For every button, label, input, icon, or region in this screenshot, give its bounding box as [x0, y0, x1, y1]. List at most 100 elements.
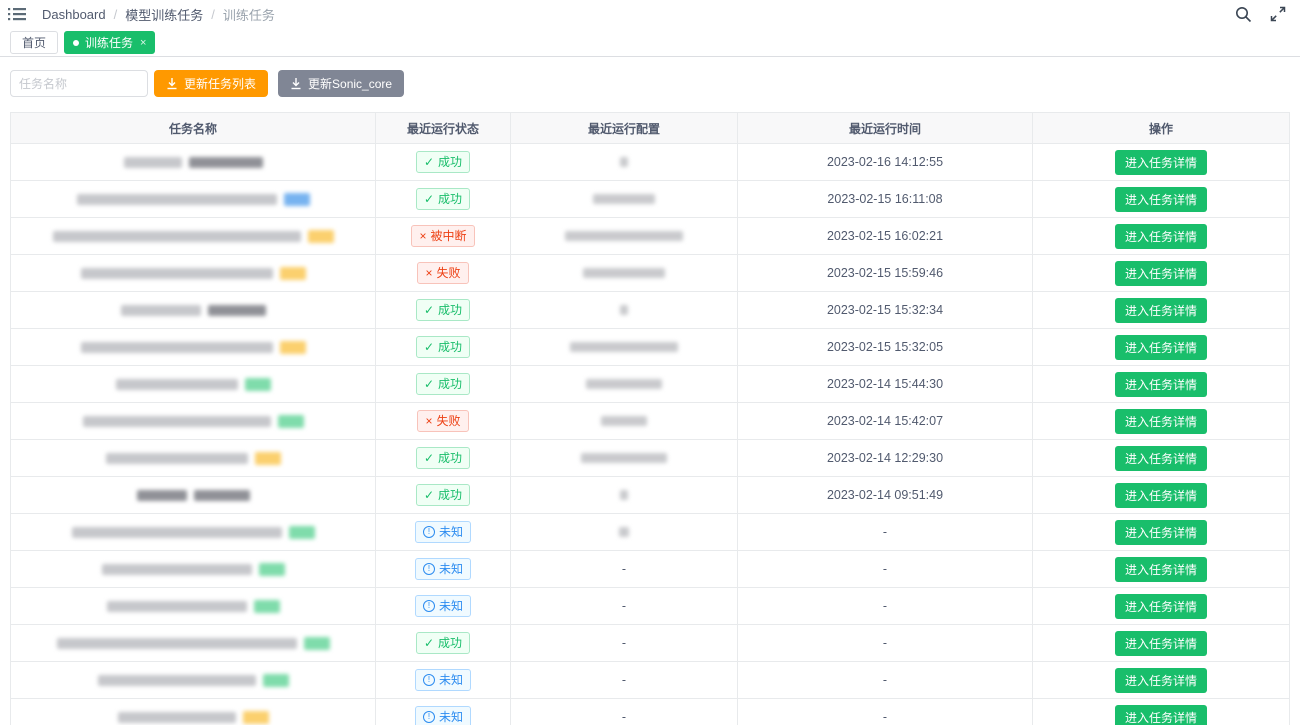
run-time-cell: - [738, 514, 1033, 550]
action-cell: 进入任务详情 [1033, 181, 1289, 217]
run-time-value: 2023-02-15 15:32:34 [827, 303, 943, 317]
redacted-task-name [208, 305, 266, 316]
run-config-cell [511, 366, 738, 402]
task-detail-button[interactable]: 进入任务详情 [1115, 705, 1207, 725]
task-name-cell [11, 218, 376, 254]
redacted-task-name [116, 379, 238, 390]
run-status-cell: ✓成功 [376, 440, 511, 476]
run-time-cell: - [738, 662, 1033, 698]
redacted-config [581, 453, 667, 463]
task-tag [284, 193, 310, 206]
task-name-input[interactable] [10, 70, 148, 97]
check-icon: ✓ [424, 304, 434, 316]
config-empty-value: - [622, 710, 626, 724]
task-detail-button[interactable]: 进入任务详情 [1115, 372, 1207, 397]
check-icon: ✓ [424, 341, 434, 353]
info-circle-icon: ! [423, 711, 435, 723]
run-time-cell: 2023-02-14 12:29:30 [738, 440, 1033, 476]
table-row: ✓成功--进入任务详情 [11, 624, 1289, 661]
task-detail-button[interactable]: 进入任务详情 [1115, 224, 1207, 249]
task-tag [263, 674, 289, 687]
search-icon[interactable] [1235, 6, 1252, 23]
task-tag [243, 711, 269, 724]
task-detail-button[interactable]: 进入任务详情 [1115, 335, 1207, 360]
run-time-cell: 2023-02-15 16:11:08 [738, 181, 1033, 217]
status-label: 成功 [438, 191, 462, 207]
status-label: 成功 [438, 302, 462, 318]
column-header-run-config: 最近运行配置 [511, 113, 738, 143]
breadcrumb-item-model-training[interactable]: 模型训练任务 [125, 5, 203, 24]
redacted-config [620, 490, 628, 500]
action-cell: 进入任务详情 [1033, 292, 1289, 328]
update-sonic-core-label: 更新Sonic_core [308, 75, 392, 92]
task-name-cell [11, 514, 376, 550]
redacted-config [565, 231, 683, 241]
config-empty-value: - [622, 636, 626, 650]
run-time-cell: 2023-02-15 15:32:34 [738, 292, 1033, 328]
task-detail-button[interactable]: 进入任务详情 [1115, 557, 1207, 582]
table-row: !未知--进入任务详情 [11, 661, 1289, 698]
task-detail-button[interactable]: 进入任务详情 [1115, 409, 1207, 434]
task-detail-button[interactable]: 进入任务详情 [1115, 187, 1207, 212]
status-label: 被中断 [431, 228, 467, 244]
info-circle-icon: ! [423, 600, 435, 612]
run-config-cell: - [511, 588, 738, 624]
run-status-cell: !未知 [376, 699, 511, 725]
tab-active-dot-icon [73, 40, 79, 46]
run-time-cell: - [738, 699, 1033, 725]
status-label: 成功 [438, 376, 462, 392]
table-row: ✓ 成功 2023-02-15 15:32:34 进入任务详情 [11, 291, 1289, 328]
status-badge: ×失败 [417, 262, 468, 284]
task-tag [289, 526, 315, 539]
tab-training-tasks[interactable]: 训练任务 × [64, 31, 155, 54]
status-badge: ×失败 [417, 410, 468, 432]
task-detail-button[interactable]: 进入任务详情 [1115, 446, 1207, 471]
status-label: 成功 [438, 487, 462, 503]
tab-home[interactable]: 首页 [10, 31, 58, 54]
task-detail-button[interactable]: 进入任务详情 [1115, 150, 1207, 175]
task-detail-button[interactable]: 进入任务详情 [1115, 668, 1207, 693]
redacted-task-name [124, 157, 182, 168]
run-status-cell: !未知 [376, 514, 511, 550]
run-config-cell: - [511, 699, 738, 725]
fullscreen-icon[interactable] [1270, 6, 1286, 22]
run-status-cell: ✓成功 [376, 625, 511, 661]
task-name-cell [11, 144, 376, 180]
status-label: 未知 [439, 561, 463, 577]
redacted-task-name [106, 453, 248, 464]
table-row: ✓成功2023-02-15 16:11:08进入任务详情 [11, 180, 1289, 217]
run-time-value: 2023-02-14 09:51:49 [827, 488, 943, 502]
run-config-cell [511, 477, 738, 513]
task-detail-button[interactable]: 进入任务详情 [1115, 298, 1207, 323]
run-status-cell: !未知 [376, 662, 511, 698]
status-label: 成功 [438, 339, 462, 355]
sidebar-collapse-icon[interactable] [8, 7, 26, 21]
redacted-task-name [83, 416, 271, 427]
update-sonic-core-button[interactable]: 更新Sonic_core [278, 70, 404, 97]
task-tag [254, 600, 280, 613]
main-content: 更新任务列表 更新Sonic_core 任务名称 最近运行状态 最近运行配置 最… [0, 57, 1300, 725]
task-detail-button[interactable]: 进入任务详情 [1115, 520, 1207, 545]
task-detail-button[interactable]: 进入任务详情 [1115, 261, 1207, 286]
redacted-config [593, 194, 655, 204]
run-time-cell: 2023-02-14 15:42:07 [738, 403, 1033, 439]
run-config-cell: - [511, 625, 738, 661]
update-task-list-button[interactable]: 更新任务列表 [154, 70, 268, 97]
tab-training-tasks-label: 训练任务 [85, 34, 133, 51]
task-detail-button[interactable]: 进入任务详情 [1115, 594, 1207, 619]
breadcrumb-item-dashboard[interactable]: Dashboard [42, 7, 106, 22]
status-label: 成功 [438, 154, 462, 170]
redacted-task-name [81, 268, 273, 279]
redacted-task-name [194, 490, 250, 501]
status-badge: ✓ 成功 [416, 299, 470, 321]
tab-close-icon[interactable]: × [140, 37, 146, 49]
tasks-table: 任务名称 最近运行状态 最近运行配置 最近运行时间 操作 ✓成功2023-02-… [10, 112, 1290, 725]
column-header-actions: 操作 [1033, 113, 1289, 143]
redacted-task-name [118, 712, 236, 723]
table-row: ✓成功2023-02-15 15:32:05进入任务详情 [11, 328, 1289, 365]
redacted-config [619, 527, 629, 537]
task-name-cell [11, 329, 376, 365]
task-detail-button[interactable]: 进入任务详情 [1115, 631, 1207, 656]
task-detail-button[interactable]: 进入任务详情 [1115, 483, 1207, 508]
redacted-config [570, 342, 678, 352]
